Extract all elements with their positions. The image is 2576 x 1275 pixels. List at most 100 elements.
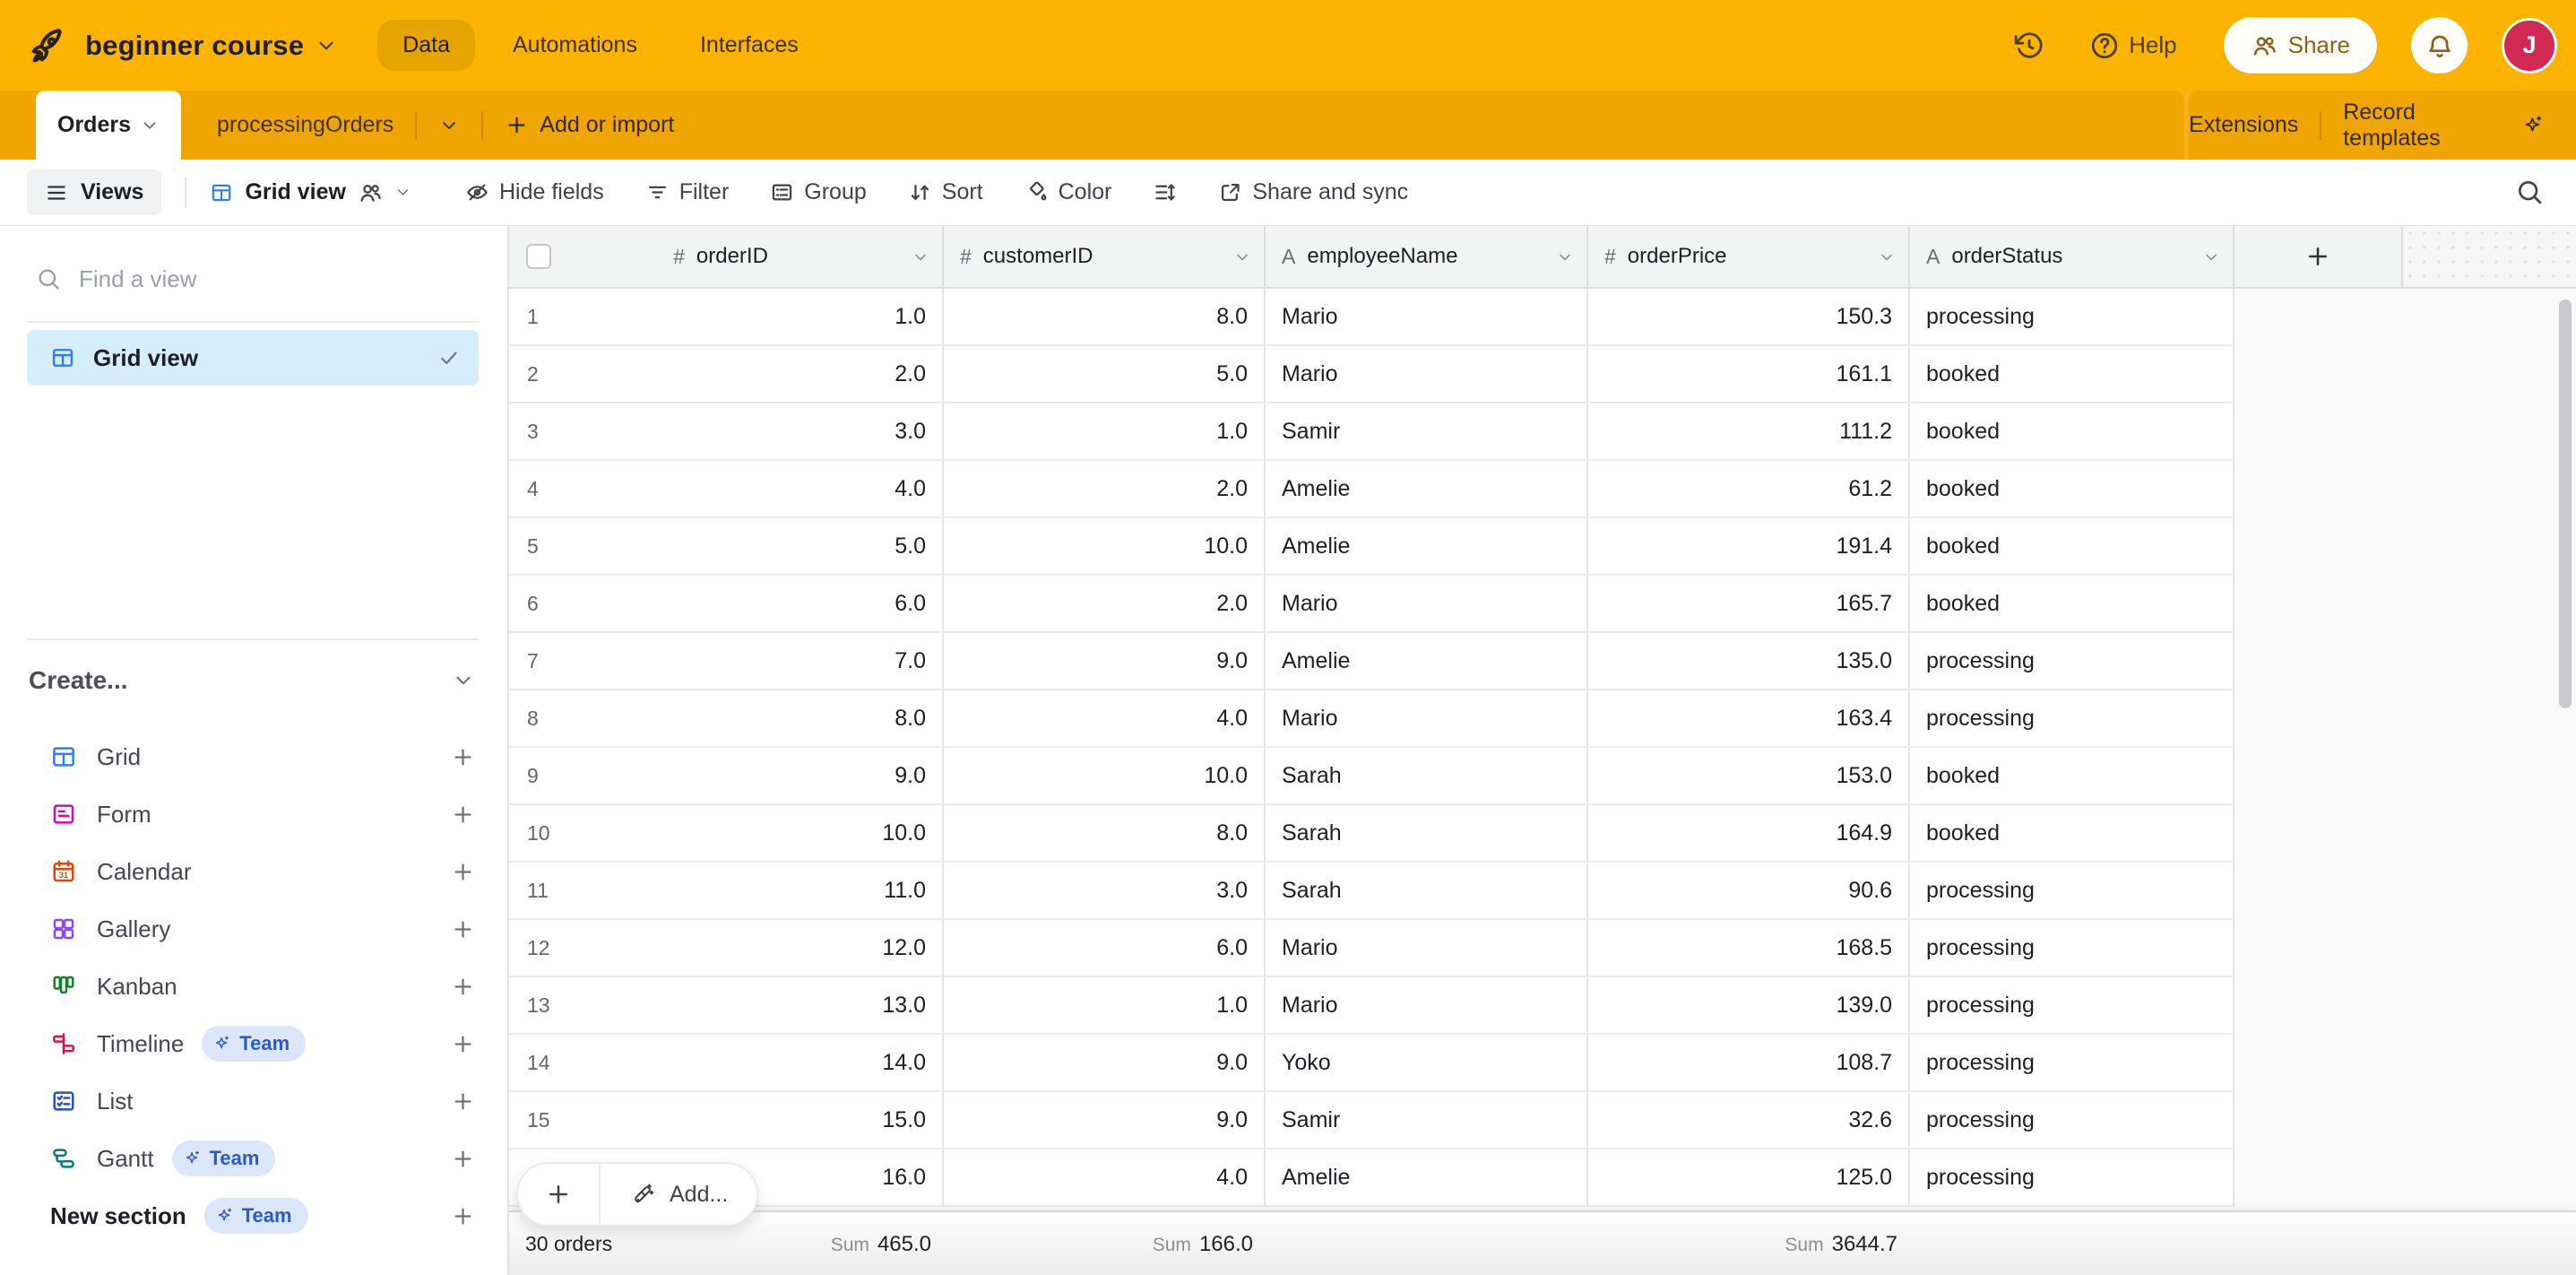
chevron-down-icon[interactable]: [2202, 248, 2220, 266]
cell-employeeName[interactable]: Sarah: [1266, 863, 1588, 920]
cell-orderID[interactable]: 55.0: [509, 518, 944, 576]
views-button[interactable]: Views: [27, 169, 161, 215]
cell-customerID[interactable]: 1.0: [944, 403, 1266, 461]
sidebar-item-gantt[interactable]: Gantt Team: [0, 1130, 507, 1187]
cell-orderID[interactable]: 22.0: [509, 346, 944, 403]
cell-orderStatus[interactable]: processing: [1910, 1092, 2235, 1149]
cell-orderID[interactable]: 1515.0: [509, 1092, 944, 1149]
column-header-employeeName[interactable]: A employeeName: [1266, 226, 1588, 289]
cell-customerID[interactable]: 9.0: [944, 1035, 1266, 1092]
group-button[interactable]: Group: [770, 179, 866, 205]
add-with-ai-button[interactable]: Add...: [601, 1164, 756, 1225]
chevron-down-icon[interactable]: [912, 248, 929, 266]
cell-customerID[interactable]: 9.0: [944, 633, 1266, 690]
color-button[interactable]: Color: [1024, 179, 1112, 205]
create-section-header[interactable]: Create...: [27, 655, 479, 707]
plus-icon[interactable]: [451, 1147, 475, 1171]
cell-orderStatus[interactable]: processing: [1910, 633, 2235, 690]
cell-employeeName[interactable]: Amelie: [1266, 461, 1588, 518]
vertical-scrollbar[interactable]: [2559, 299, 2572, 708]
table-tab-processingorders[interactable]: processingOrders: [217, 112, 393, 138]
cell-employeeName[interactable]: Amelie: [1266, 518, 1588, 576]
cell-orderPrice[interactable]: 163.4: [1588, 690, 1910, 748]
cell-orderID[interactable]: 1111.0: [509, 863, 944, 920]
cell-orderStatus[interactable]: booked: [1910, 518, 2235, 576]
cell-orderPrice[interactable]: 168.5: [1588, 920, 1910, 977]
help-button[interactable]: Help: [2089, 30, 2176, 61]
cell-employeeName[interactable]: Yoko: [1266, 1035, 1588, 1092]
cell-orderPrice[interactable]: 125.0: [1588, 1149, 1910, 1207]
cell-customerID[interactable]: 4.0: [944, 690, 1266, 748]
chevron-down-icon[interactable]: [1878, 248, 1896, 266]
sidebar-item-new-section[interactable]: New section Team: [0, 1187, 507, 1245]
extensions-button[interactable]: Extensions: [2189, 112, 2298, 138]
current-view-button[interactable]: Grid view: [210, 179, 411, 205]
sidebar-item-grid-view[interactable]: Grid view: [27, 330, 479, 386]
cell-orderStatus[interactable]: processing: [1910, 289, 2235, 346]
find-a-view-input[interactable]: [77, 265, 479, 294]
share-button[interactable]: Share: [2224, 17, 2377, 74]
cell-orderID[interactable]: 77.0: [509, 633, 944, 690]
table-tab-orders[interactable]: Orders: [36, 91, 181, 160]
search-icon[interactable]: [2515, 178, 2544, 206]
chevron-down-icon[interactable]: [315, 34, 338, 57]
cell-orderStatus[interactable]: booked: [1910, 805, 2235, 863]
cell-orderPrice[interactable]: 191.4: [1588, 518, 1910, 576]
cell-employeeName[interactable]: Sarah: [1266, 748, 1588, 805]
avatar[interactable]: J: [2502, 18, 2557, 74]
cell-employeeName[interactable]: Amelie: [1266, 633, 1588, 690]
cell-orderStatus[interactable]: booked: [1910, 403, 2235, 461]
cell-orderStatus[interactable]: booked: [1910, 346, 2235, 403]
cell-orderID[interactable]: 1414.0: [509, 1035, 944, 1092]
cell-orderStatus[interactable]: processing: [1910, 1149, 2235, 1207]
cell-orderPrice[interactable]: 164.9: [1588, 805, 1910, 863]
cell-orderStatus[interactable]: processing: [1910, 977, 2235, 1035]
sum-customerID[interactable]: Sum166.0: [944, 1232, 1253, 1257]
chevron-down-icon[interactable]: [1233, 248, 1251, 266]
sidebar-item-gallery[interactable]: Gallery: [0, 900, 507, 958]
plus-icon[interactable]: [451, 1032, 475, 1056]
sidebar-item-timeline[interactable]: Timeline Team: [0, 1015, 507, 1072]
cell-customerID[interactable]: 10.0: [944, 748, 1266, 805]
cell-employeeName[interactable]: Sarah: [1266, 805, 1588, 863]
chevron-down-icon[interactable]: [438, 115, 460, 136]
cell-orderID[interactable]: 66.0: [509, 576, 944, 633]
cell-orderStatus[interactable]: booked: [1910, 461, 2235, 518]
sidebar-item-kanban[interactable]: Kanban: [0, 958, 507, 1015]
filter-button[interactable]: Filter: [645, 179, 730, 205]
cell-orderPrice[interactable]: 161.1: [1588, 346, 1910, 403]
cell-customerID[interactable]: 3.0: [944, 863, 1266, 920]
cell-orderPrice[interactable]: 108.7: [1588, 1035, 1910, 1092]
sidebar-item-form[interactable]: Form: [0, 785, 507, 843]
cell-orderID[interactable]: 33.0: [509, 403, 944, 461]
column-header-customerID[interactable]: # customerID: [944, 226, 1266, 289]
chevron-down-icon[interactable]: [1556, 248, 1574, 266]
tab-data[interactable]: Data: [377, 20, 475, 71]
sidebar-item-grid[interactable]: Grid: [0, 728, 507, 785]
cell-orderID[interactable]: 99.0: [509, 748, 944, 805]
plus-icon[interactable]: [451, 1204, 475, 1228]
cell-customerID[interactable]: 8.0: [944, 805, 1266, 863]
sort-button[interactable]: Sort: [908, 179, 983, 205]
cell-customerID[interactable]: 10.0: [944, 518, 1266, 576]
cell-orderPrice[interactable]: 150.3: [1588, 289, 1910, 346]
cell-customerID[interactable]: 4.0: [944, 1149, 1266, 1207]
sidebar-item-list[interactable]: List: [0, 1072, 507, 1130]
select-all-checkbox[interactable]: [526, 244, 551, 269]
plus-icon[interactable]: [451, 802, 475, 827]
notifications-button[interactable]: [2411, 17, 2468, 74]
base-title[interactable]: beginner course: [85, 30, 304, 62]
cell-orderID[interactable]: 1010.0: [509, 805, 944, 863]
cell-employeeName[interactable]: Mario: [1266, 346, 1588, 403]
cell-orderPrice[interactable]: 153.0: [1588, 748, 1910, 805]
cell-orderID[interactable]: 1212.0: [509, 920, 944, 977]
cell-customerID[interactable]: 5.0: [944, 346, 1266, 403]
cell-orderPrice[interactable]: 111.2: [1588, 403, 1910, 461]
cell-orderID[interactable]: 11.0: [509, 289, 944, 346]
plus-icon[interactable]: [451, 917, 475, 941]
share-and-sync-button[interactable]: Share and sync: [1218, 179, 1408, 205]
cell-employeeName[interactable]: Mario: [1266, 690, 1588, 748]
cell-orderPrice[interactable]: 139.0: [1588, 977, 1910, 1035]
history-icon[interactable]: [2014, 30, 2044, 61]
cell-customerID[interactable]: 2.0: [944, 461, 1266, 518]
